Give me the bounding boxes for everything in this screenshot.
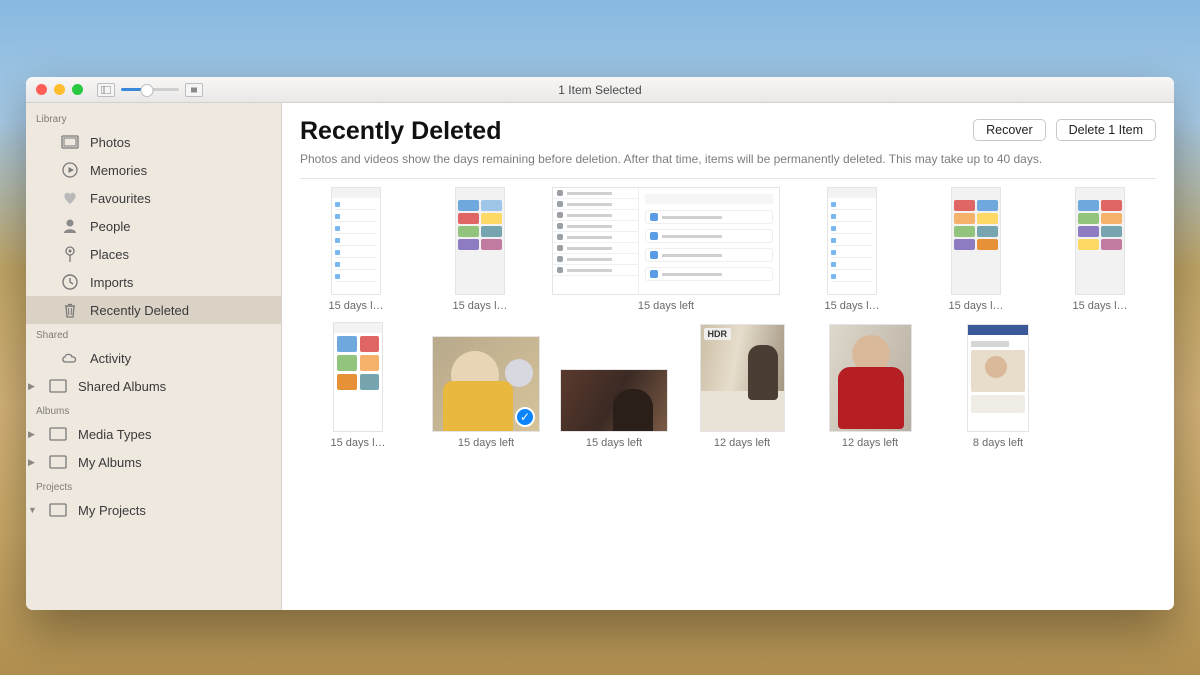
memories-icon [60, 160, 80, 180]
photo-thumbnail[interactable]: 12 days left [806, 324, 934, 449]
days-remaining-label: 12 days left [842, 437, 898, 449]
days-remaining-label: 15 days l… [452, 300, 507, 312]
sidebar-item-label: Imports [90, 275, 133, 290]
sidebar-item-memories[interactable]: Memories [26, 156, 281, 184]
photo-thumbnail[interactable]: HDR 12 days left [678, 324, 806, 449]
days-remaining-label: 15 days left [458, 437, 514, 449]
days-remaining-label: 15 days left [586, 437, 642, 449]
photo-thumbnail[interactable]: 15 days l… [294, 322, 422, 449]
app-window: 1 Item Selected Library Photos Memories … [26, 77, 1174, 610]
sidebar-item-label: Media Types [78, 427, 151, 442]
days-remaining-label: 15 days l… [1072, 300, 1127, 312]
sidebar-item-label: Activity [90, 351, 131, 366]
sidebar-item-label: People [90, 219, 130, 234]
photo-thumbnail[interactable]: 15 days l… [1038, 187, 1162, 312]
sidebar-item-places[interactable]: Places [26, 240, 281, 268]
sidebar-item-recently-deleted[interactable]: Recently Deleted [26, 296, 281, 324]
disclosure-triangle-icon[interactable]: ▶ [28, 429, 38, 440]
clock-icon [60, 272, 80, 292]
sidebar-item-label: Photos [90, 135, 130, 150]
sidebar-item-label: Memories [90, 163, 147, 178]
heart-icon [60, 188, 80, 208]
header-subtext: Photos and videos show the days remainin… [300, 152, 1156, 166]
album-icon [48, 424, 68, 444]
cloud-icon [60, 348, 80, 368]
photo-thumbnail[interactable]: 8 days left [934, 324, 1062, 449]
columns-layout-icon[interactable] [97, 83, 115, 97]
disclosure-triangle-icon[interactable]: ▼ [28, 505, 38, 515]
titlebar: 1 Item Selected [26, 77, 1174, 103]
disclosure-triangle-icon[interactable]: ▶ [28, 381, 38, 392]
days-remaining-label: 12 days left [714, 437, 770, 449]
sidebar-item-photos[interactable]: Photos [26, 128, 281, 156]
hdr-badge: HDR [704, 328, 732, 340]
sidebar-item-favourites[interactable]: Favourites [26, 184, 281, 212]
days-remaining-label: 15 days l… [328, 300, 383, 312]
album-icon [48, 500, 68, 520]
pin-icon [60, 244, 80, 264]
album-icon [48, 452, 68, 472]
toolbar-controls [97, 83, 203, 97]
photo-thumbnail[interactable]: 15 days l… [914, 187, 1038, 312]
sidebar-item-imports[interactable]: Imports [26, 268, 281, 296]
photo-thumbnail[interactable]: 15 days l… [294, 187, 418, 312]
sidebar-item-label: My Albums [78, 455, 142, 470]
sidebar: Library Photos Memories Favourites Peopl… [26, 103, 282, 610]
section-header-shared: Shared [26, 324, 281, 344]
selection-badge-icon: ✓ [515, 407, 535, 427]
photo-thumbnail[interactable]: 15 days left [550, 369, 678, 449]
photo-thumbnail[interactable]: 15 days l… [418, 187, 542, 312]
days-remaining-label: 15 days l… [330, 437, 385, 449]
sidebar-item-label: My Projects [78, 503, 146, 518]
close-window-button[interactable] [36, 84, 47, 95]
main-content: Recently Deleted Recover Delete 1 Item P… [282, 103, 1174, 610]
section-header-albums: Albums [26, 400, 281, 420]
section-header-projects: Projects [26, 476, 281, 496]
days-remaining-label: 15 days l… [824, 300, 879, 312]
page-title: Recently Deleted [300, 117, 501, 146]
delete-button[interactable]: Delete 1 Item [1056, 119, 1156, 141]
sidebar-item-label: Shared Albums [78, 379, 166, 394]
header-actions: Recover Delete 1 Item [973, 119, 1156, 141]
disclosure-triangle-icon[interactable]: ▶ [28, 457, 38, 468]
days-remaining-label: 15 days l… [948, 300, 1003, 312]
sidebar-item-activity[interactable]: Activity [26, 344, 281, 372]
window-controls [26, 84, 83, 95]
sidebar-item-label: Places [90, 247, 129, 262]
trash-icon [60, 300, 80, 320]
sidebar-item-media-types[interactable]: ▶ Media Types [26, 420, 281, 448]
photos-icon [60, 132, 80, 152]
thumbnail-layout-icon[interactable] [185, 83, 203, 97]
photo-grid: 15 days l… 15 days l… 15 days left 15 days … [282, 179, 1174, 467]
photo-thumbnail[interactable]: 15 days left [542, 187, 790, 312]
zoom-slider[interactable] [121, 88, 179, 91]
photo-thumbnail[interactable]: 15 days l… [790, 187, 914, 312]
recover-button[interactable]: Recover [973, 119, 1046, 141]
sidebar-item-people[interactable]: People [26, 212, 281, 240]
sidebar-item-label: Favourites [90, 191, 151, 206]
person-icon [60, 216, 80, 236]
minimize-window-button[interactable] [54, 84, 65, 95]
days-remaining-label: 15 days left [638, 300, 694, 312]
photo-thumbnail[interactable]: ✓15 days left [422, 336, 550, 449]
section-header-library: Library [26, 108, 281, 128]
sidebar-item-label: Recently Deleted [90, 303, 189, 318]
sidebar-item-shared-albums[interactable]: ▶ Shared Albums [26, 372, 281, 400]
zoom-window-button[interactable] [72, 84, 83, 95]
sidebar-item-my-projects[interactable]: ▼ My Projects [26, 496, 281, 524]
sidebar-item-my-albums[interactable]: ▶ My Albums [26, 448, 281, 476]
days-remaining-label: 8 days left [973, 437, 1023, 449]
album-icon [48, 376, 68, 396]
